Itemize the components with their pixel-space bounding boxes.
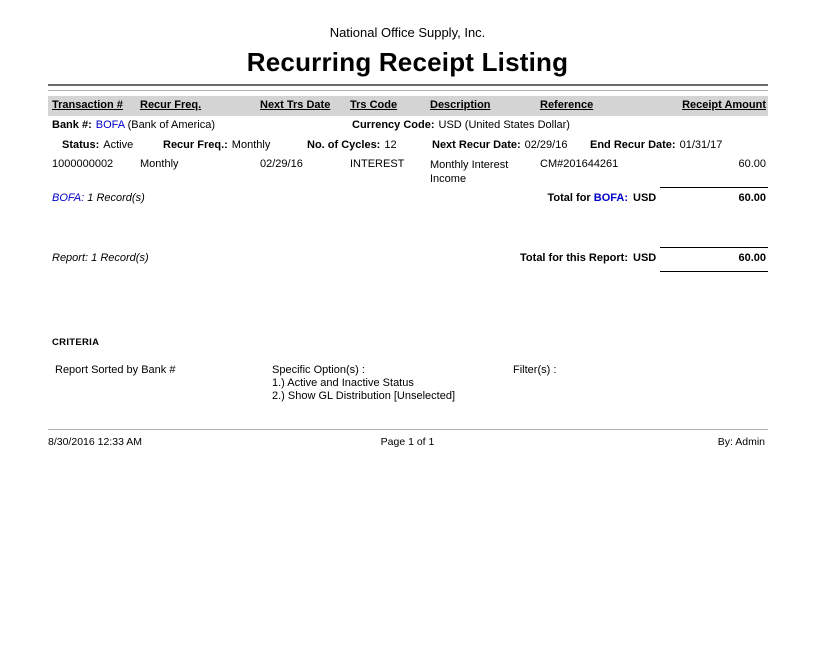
- bank-total-line: BOFA: 1 Record(s) Total for BOFA: USD 60…: [48, 192, 768, 208]
- cell-transaction: 1000000002: [52, 158, 113, 170]
- bank-total-amount: 60.00: [738, 192, 766, 204]
- bank-group-code-link[interactable]: BOFA:: [52, 192, 84, 204]
- cell-reference: CM#201644261: [540, 158, 618, 170]
- column-transaction: Transaction #: [52, 99, 123, 111]
- bank-total-rule: [660, 187, 768, 188]
- report-records-label: Report:: [52, 252, 88, 264]
- header-divider: [48, 84, 768, 91]
- status-value: Active: [103, 139, 133, 151]
- end-recur-label: End Recur Date:: [590, 139, 676, 151]
- cell-description: Monthly Interest Income: [430, 158, 532, 186]
- column-description: Description: [430, 99, 491, 111]
- footer-divider: [48, 429, 768, 430]
- footer-page-number: Page 1 of 1: [0, 436, 815, 448]
- currency-code: Currency Code: USD (United States Dollar): [352, 119, 570, 131]
- report-total-currency: USD: [633, 252, 656, 264]
- report-records-text: 1 Record(s): [91, 252, 148, 264]
- recurrence-status-line: Status: Active Recur Freq.: Monthly No. of…: [48, 139, 768, 155]
- recur-freq-field: Recur Freq.: Monthly: [163, 139, 270, 151]
- report-total-line: Report: 1 Record(s) Total for this Repor…: [48, 252, 768, 268]
- report-page: National Office Supply, Inc. Recurring R…: [0, 0, 815, 669]
- bank-total-code-link[interactable]: BOFA:: [594, 192, 628, 204]
- report-total-top-rule: [660, 247, 768, 248]
- end-recur-field: End Recur Date: 01/31/17: [590, 139, 722, 151]
- criteria-filters-label: Filter(s) :: [513, 364, 556, 376]
- specific-option-1: 1.) Active and Inactive Status: [272, 377, 455, 390]
- bank-record-count: BOFA: 1 Record(s): [52, 192, 145, 204]
- recur-freq-label: Recur Freq.:: [163, 139, 228, 151]
- next-recur-label: Next Recur Date:: [432, 139, 521, 151]
- bank-number: Bank #: BOFA (Bank of America): [52, 119, 215, 131]
- cell-trs-code: INTEREST: [350, 158, 404, 170]
- table-row: 1000000002 Monthly 02/29/16 INTEREST Mon…: [48, 158, 768, 190]
- next-recur-value: 02/29/16: [525, 139, 568, 151]
- next-recur-field: Next Recur Date: 02/29/16: [432, 139, 567, 151]
- status-label: Status:: [62, 139, 99, 151]
- cycles-value: 12: [384, 139, 396, 151]
- bank-total-label: Total for BOFA:: [548, 192, 628, 204]
- cell-next-trs-date: 02/29/16: [260, 158, 303, 170]
- criteria-sorted-by: Report Sorted by Bank #: [55, 364, 175, 376]
- cell-amount: 60.00: [738, 158, 766, 170]
- criteria-heading: CRITERIA: [52, 337, 99, 348]
- bank-total-prefix: Total for: [548, 192, 591, 204]
- specific-option-2: 2.) Show GL Distribution [Unselected]: [272, 390, 455, 403]
- currency-label: Currency Code:: [352, 119, 435, 131]
- criteria-section: Report Sorted by Bank # Specific Option(…: [48, 364, 768, 414]
- table-header-row: Transaction # Recur Freq. Next Trs Date …: [48, 96, 768, 116]
- cycles-field: No. of Cycles: 12: [307, 139, 397, 151]
- bank-total-currency: USD: [633, 192, 656, 204]
- column-receipt-amount: Receipt Amount: [682, 99, 766, 111]
- column-trs-code: Trs Code: [350, 99, 397, 111]
- currency-value: USD (United States Dollar): [439, 119, 570, 131]
- column-next-trs-date: Next Trs Date: [260, 99, 330, 111]
- specific-options-label: Specific Option(s) :: [272, 364, 455, 377]
- bank-header-line: Bank #: BOFA (Bank of America) Currency C…: [48, 119, 768, 135]
- footer-generated-by: By: Admin: [718, 436, 765, 448]
- bank-number-label: Bank #:: [52, 119, 92, 131]
- cell-recur-freq: Monthly: [140, 158, 179, 170]
- page-title: Recurring Receipt Listing: [0, 47, 815, 78]
- status-field: Status: Active: [62, 139, 133, 151]
- recur-freq-value: Monthly: [232, 139, 271, 151]
- end-recur-value: 01/31/17: [680, 139, 723, 151]
- report-total-amount: 60.00: [738, 252, 766, 264]
- column-reference: Reference: [540, 99, 593, 111]
- cycles-label: No. of Cycles:: [307, 139, 380, 151]
- criteria-specific-options: Specific Option(s) : 1.) Active and Inac…: [272, 364, 455, 403]
- column-recur-freq: Recur Freq.: [140, 99, 201, 111]
- report-record-count: Report: 1 Record(s): [52, 252, 149, 264]
- report-total-label: Total for this Report:: [520, 252, 628, 264]
- bank-code-link[interactable]: BOFA: [96, 119, 125, 131]
- report-total-bottom-rule: [660, 271, 768, 272]
- company-name: National Office Supply, Inc.: [0, 25, 815, 40]
- bank-name: (Bank of America): [128, 119, 215, 131]
- bank-records-text: 1 Record(s): [87, 192, 144, 204]
